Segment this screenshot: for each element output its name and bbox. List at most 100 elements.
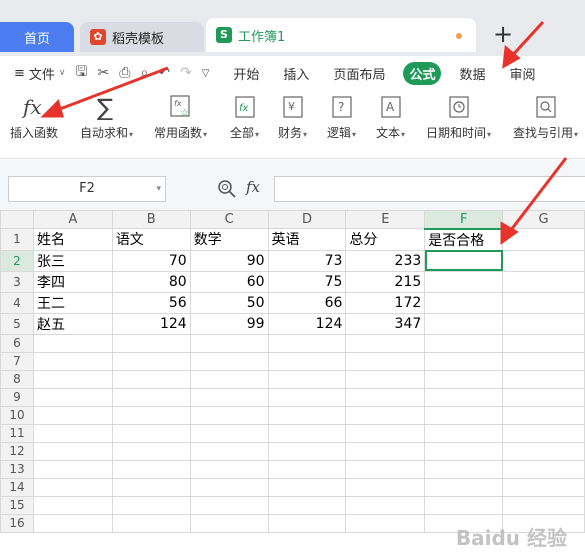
tab-workbook[interactable]: S 工作簿1 bbox=[206, 18, 476, 52]
cell-a4[interactable]: 王二 bbox=[32, 291, 113, 314]
cell-e1[interactable]: 总分 bbox=[345, 228, 426, 251]
cell-f12[interactable] bbox=[424, 441, 504, 461]
cell-a2[interactable]: 张三 bbox=[32, 249, 113, 272]
cell-g15[interactable] bbox=[502, 495, 585, 515]
cell-g11[interactable] bbox=[502, 423, 585, 443]
zoom-search-icon[interactable] bbox=[216, 178, 238, 200]
cell-c11[interactable] bbox=[189, 423, 269, 443]
cell-e15[interactable] bbox=[345, 495, 426, 515]
cell-e3[interactable]: 215 bbox=[345, 270, 426, 293]
cell-c16[interactable] bbox=[189, 513, 269, 533]
name-box[interactable]: F2 ▾ bbox=[8, 176, 166, 202]
cell-b10[interactable] bbox=[111, 405, 191, 425]
cell-a15[interactable] bbox=[32, 495, 113, 515]
insert-function-button[interactable]: fx 插入函数 bbox=[10, 94, 58, 141]
cell-e10[interactable] bbox=[345, 405, 426, 425]
save-icon[interactable]: 🖫 bbox=[76, 61, 88, 85]
cell-c1[interactable]: 数学 bbox=[189, 228, 269, 251]
text-functions-button[interactable]: A 文本▾ bbox=[376, 94, 405, 141]
row-header[interactable]: 11 bbox=[0, 423, 34, 443]
cell-e12[interactable] bbox=[345, 441, 426, 461]
row-header[interactable]: 12 bbox=[0, 441, 34, 461]
cell-g7[interactable] bbox=[502, 351, 585, 371]
cell-b5[interactable]: 124 bbox=[111, 312, 191, 335]
cell-e7[interactable] bbox=[345, 351, 426, 371]
cell-a6[interactable] bbox=[32, 333, 113, 353]
cell-g14[interactable] bbox=[502, 477, 585, 497]
cell-g12[interactable] bbox=[502, 441, 585, 461]
row-header[interactable]: 10 bbox=[0, 405, 34, 425]
cell-b9[interactable] bbox=[111, 387, 191, 407]
cell-f15[interactable] bbox=[424, 495, 504, 515]
column-header-d[interactable]: D bbox=[267, 210, 347, 229]
cell-e2[interactable]: 233 bbox=[345, 249, 426, 272]
more-dropdown-icon[interactable]: ▽ bbox=[202, 68, 210, 79]
cell-d16[interactable] bbox=[267, 513, 347, 533]
cell-a9[interactable] bbox=[32, 387, 113, 407]
new-tab-button[interactable]: + bbox=[490, 22, 516, 48]
cell-a7[interactable] bbox=[32, 351, 113, 371]
cell-a16[interactable] bbox=[32, 513, 113, 533]
cell-a11[interactable] bbox=[32, 423, 113, 443]
cell-b15[interactable] bbox=[111, 495, 191, 515]
row-header[interactable]: 9 bbox=[0, 387, 34, 407]
cell-c3[interactable]: 60 bbox=[189, 270, 269, 293]
redo-icon[interactable]: ↷ bbox=[180, 65, 192, 81]
cell-f14[interactable] bbox=[424, 477, 504, 497]
cell-e16[interactable] bbox=[345, 513, 426, 533]
cell-f2[interactable] bbox=[424, 249, 504, 272]
cell-a14[interactable] bbox=[32, 477, 113, 497]
undo-icon[interactable]: ↶ bbox=[158, 65, 170, 81]
cell-d7[interactable] bbox=[267, 351, 347, 371]
cell-b3[interactable]: 80 bbox=[111, 270, 191, 293]
formula-input[interactable] bbox=[274, 176, 585, 202]
cell-b12[interactable] bbox=[111, 441, 191, 461]
cell-b4[interactable]: 56 bbox=[111, 291, 191, 314]
cell-b2[interactable]: 70 bbox=[111, 249, 191, 272]
menu-tab-page-layout[interactable]: 页面布局 bbox=[327, 62, 391, 85]
cell-g10[interactable] bbox=[502, 405, 585, 425]
cell-e8[interactable] bbox=[345, 369, 426, 389]
cell-c4[interactable]: 50 bbox=[189, 291, 269, 314]
cell-f11[interactable] bbox=[424, 423, 504, 443]
finance-button[interactable]: ¥ 财务▾ bbox=[278, 94, 307, 141]
cell-e14[interactable] bbox=[345, 477, 426, 497]
cell-a13[interactable] bbox=[32, 459, 113, 479]
cell-g5[interactable] bbox=[502, 312, 585, 335]
cell-f4[interactable] bbox=[424, 291, 504, 314]
cell-c13[interactable] bbox=[189, 459, 269, 479]
cell-d8[interactable] bbox=[267, 369, 347, 389]
row-header[interactable]: 14 bbox=[0, 477, 34, 497]
column-header-g[interactable]: G bbox=[502, 210, 585, 229]
cell-b8[interactable] bbox=[111, 369, 191, 389]
cell-d4[interactable]: 66 bbox=[267, 291, 347, 314]
cell-d15[interactable] bbox=[267, 495, 347, 515]
cell-c2[interactable]: 90 bbox=[189, 249, 269, 272]
cell-f6[interactable] bbox=[424, 333, 504, 353]
cell-g3[interactable] bbox=[502, 270, 585, 293]
cell-a12[interactable] bbox=[32, 441, 113, 461]
row-header[interactable]: 3 bbox=[0, 270, 34, 293]
logic-button[interactable]: ? 逻辑▾ bbox=[327, 94, 356, 141]
cell-d11[interactable] bbox=[267, 423, 347, 443]
cell-f3[interactable] bbox=[424, 270, 504, 293]
cell-f7[interactable] bbox=[424, 351, 504, 371]
cell-g2[interactable] bbox=[502, 249, 585, 272]
cell-c15[interactable] bbox=[189, 495, 269, 515]
tab-home[interactable]: 首页 bbox=[0, 22, 74, 52]
cell-b7[interactable] bbox=[111, 351, 191, 371]
column-header-b[interactable]: B bbox=[111, 210, 191, 229]
cell-e13[interactable] bbox=[345, 459, 426, 479]
cell-f1[interactable]: 是否合格 bbox=[424, 228, 504, 251]
cell-g13[interactable] bbox=[502, 459, 585, 479]
cell-d14[interactable] bbox=[267, 477, 347, 497]
cell-f8[interactable] bbox=[424, 369, 504, 389]
file-menu[interactable]: ≡ 文件 ∨ bbox=[14, 64, 66, 83]
row-header[interactable]: 15 bbox=[0, 495, 34, 515]
menu-tab-review[interactable]: 审阅 bbox=[503, 62, 541, 85]
print-icon[interactable]: ⎙ bbox=[119, 65, 130, 81]
cell-g1[interactable] bbox=[502, 228, 585, 251]
cell-d12[interactable] bbox=[267, 441, 347, 461]
row-header[interactable]: 8 bbox=[0, 369, 34, 389]
menu-tab-insert[interactable]: 插入 bbox=[277, 62, 315, 85]
